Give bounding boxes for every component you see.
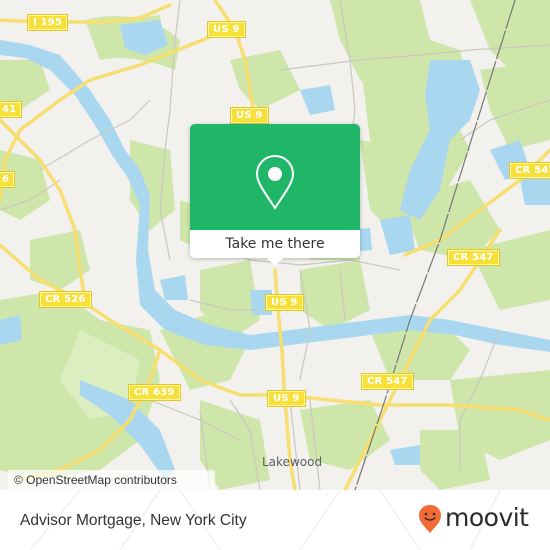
map-attribution[interactable]: © OpenStreetMap contributors [8, 470, 215, 490]
footer-bar: Advisor Mortgage, New York City moovit [0, 490, 550, 550]
moovit-smiley-pin-icon [419, 505, 441, 533]
road-shield-cr547: CR 547 [509, 162, 550, 179]
road-shield-41: 41 [0, 101, 23, 118]
road-shield-6: 6 [0, 171, 16, 188]
road-shield-us9: US 9 [207, 21, 246, 38]
place-label-lakewood: Lakewood [262, 455, 323, 469]
road-shield-cr547: CR 547 [447, 249, 500, 266]
road-shield-us9: US 9 [230, 107, 269, 124]
take-me-there-button[interactable]: Take me there [190, 230, 360, 258]
road-shield-cr639: CR 639 [128, 384, 181, 401]
road-shield-us9: US 9 [265, 294, 304, 311]
road-shield-cr547: CR 547 [361, 373, 414, 390]
moovit-logo[interactable]: moovit [418, 502, 529, 534]
map-canvas[interactable]: I 195 US 9 US 9 US 9 US 9 41 6 CR 526 CR… [0, 0, 550, 490]
popup-header [190, 124, 360, 230]
location-pin-icon [255, 154, 295, 210]
moovit-wordmark: moovit [445, 502, 529, 532]
popup-pointer [267, 258, 283, 266]
location-title: Advisor Mortgage, New York City [20, 512, 247, 529]
road-shield-us9: US 9 [267, 390, 306, 407]
road-shield-i195: I 195 [26, 14, 69, 31]
destination-popup[interactable]: Take me there [190, 124, 360, 266]
road-shield-cr526: CR 526 [39, 291, 92, 308]
